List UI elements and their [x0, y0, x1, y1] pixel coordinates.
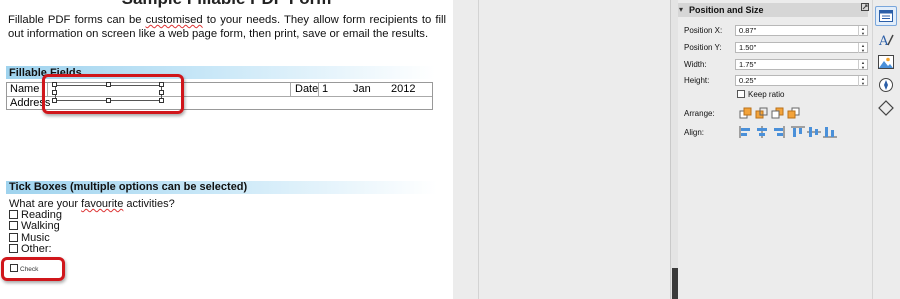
- svg-text:A: A: [878, 34, 889, 48]
- width-value: 1.75": [739, 60, 757, 69]
- date-month[interactable]: Jan: [353, 83, 379, 96]
- bring-forward-icon[interactable]: [755, 107, 769, 119]
- properties-icon: [879, 10, 893, 22]
- highlight-annotation: [42, 74, 184, 114]
- align-right-icon[interactable]: [771, 126, 785, 138]
- highlight-annotation: [1, 257, 65, 281]
- question-misspelled-word: favourite: [81, 198, 124, 210]
- intro-paragraph: Fillable PDF forms can be customised to …: [8, 14, 446, 41]
- position-y-field[interactable]: 1.50" ▲ ▼: [735, 42, 868, 53]
- height-label: Height:: [684, 76, 710, 85]
- tick-boxes-heading-text: Tick Boxes (multiple options can be sele…: [9, 181, 248, 193]
- navigator-icon[interactable]: [878, 77, 894, 93]
- date-year[interactable]: 2012: [391, 83, 421, 96]
- spin-buttons[interactable]: ▲ ▼: [858, 60, 867, 70]
- gallery-icon[interactable]: [878, 55, 894, 69]
- checkbox[interactable]: [9, 244, 18, 253]
- align-middle-icon[interactable]: [807, 126, 821, 138]
- position-x-field[interactable]: 0.87" ▲ ▼: [735, 25, 868, 36]
- bring-to-front-icon[interactable]: [739, 107, 753, 119]
- chevron-down-icon[interactable]: ▾: [679, 3, 683, 17]
- column-divider: [318, 83, 319, 96]
- align-label: Align:: [684, 128, 705, 137]
- width-label: Width:: [684, 60, 707, 69]
- name-label: Name: [10, 83, 40, 95]
- tick-boxes-heading: Tick Boxes (multiple options can be sele…: [6, 181, 437, 194]
- height-field[interactable]: 0.25" ▲ ▼: [735, 75, 868, 86]
- send-backward-icon[interactable]: [771, 107, 785, 119]
- document-workspace: [479, 0, 670, 299]
- checkbox[interactable]: [9, 210, 18, 219]
- intro-text-1: Fillable PDF forms can be: [8, 14, 146, 26]
- position-y-value: 1.50": [739, 43, 757, 52]
- keep-ratio-label: Keep ratio: [748, 90, 785, 99]
- checkbox[interactable]: [9, 233, 18, 242]
- option-other[interactable]: Other:: [9, 243, 52, 255]
- arrange-label: Arrange:: [684, 109, 715, 118]
- send-to-back-icon[interactable]: [787, 107, 801, 119]
- height-value: 0.25": [739, 76, 757, 85]
- tab-properties[interactable]: [875, 6, 897, 26]
- keep-ratio-checkbox[interactable]: [737, 90, 745, 98]
- position-x-label: Position X:: [684, 26, 723, 35]
- styles-icon[interactable]: A: [878, 32, 894, 48]
- position-x-value: 0.87": [739, 26, 757, 35]
- align-top-icon[interactable]: [791, 126, 805, 138]
- page-gap: [453, 0, 479, 299]
- date-day[interactable]: 1: [322, 83, 336, 96]
- panel-title: Position and Size: [689, 5, 764, 15]
- page-title: Sample Fillable PDF Form: [0, 0, 453, 9]
- option-walking[interactable]: Walking: [9, 220, 60, 232]
- spin-buttons[interactable]: ▲ ▼: [858, 76, 867, 86]
- checkbox[interactable]: [9, 221, 18, 230]
- intro-misspelled-word: customised: [145, 14, 203, 26]
- position-y-label: Position Y:: [684, 43, 722, 52]
- option-label: Walking: [21, 220, 60, 232]
- sidebar-splitter[interactable]: [670, 0, 678, 299]
- column-divider: [290, 83, 291, 96]
- option-label: Other:: [21, 243, 52, 255]
- question-text-2: activities?: [123, 198, 175, 210]
- align-center-icon[interactable]: [755, 126, 769, 138]
- width-field[interactable]: 1.75" ▲ ▼: [735, 59, 868, 70]
- align-bottom-icon[interactable]: [823, 126, 837, 138]
- shapes-icon[interactable]: [878, 100, 894, 116]
- spin-buttons[interactable]: ▲ ▼: [858, 43, 867, 53]
- align-left-icon[interactable]: [739, 126, 753, 138]
- more-options-icon[interactable]: [861, 3, 869, 11]
- spin-buttons[interactable]: ▲ ▼: [858, 26, 867, 36]
- document-page: Sample Fillable PDF Form Fillable PDF fo…: [0, 0, 453, 299]
